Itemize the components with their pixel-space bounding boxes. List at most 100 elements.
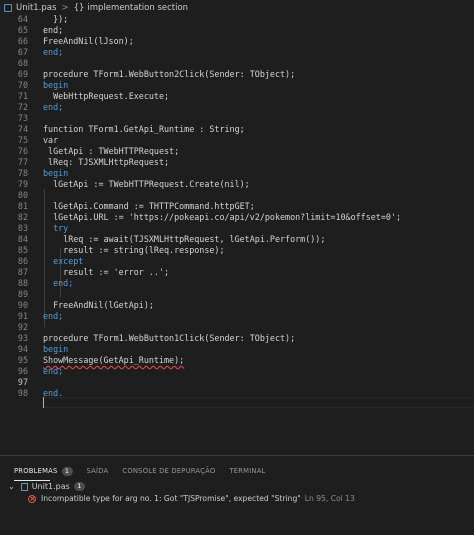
code-line[interactable]: 72 end;: [0, 102, 474, 113]
line-number: 81: [17, 201, 28, 211]
line-number: 93: [17, 333, 28, 343]
code-line[interactable]: 78 begin: [0, 168, 474, 179]
line-number: 83: [17, 223, 28, 233]
code-text: lReq := await(TJSXMLHttpRequest, lGetApi…: [43, 234, 326, 244]
code-line[interactable]: 83 try: [0, 223, 474, 234]
line-number: 92: [17, 322, 28, 332]
code-text: end;: [43, 102, 64, 112]
code-line[interactable]: 89: [0, 289, 474, 300]
code-line[interactable]: 82 lGetApi.URL := 'https://pokeapi.co/ap…: [0, 212, 474, 223]
line-number: 96: [17, 366, 28, 376]
code-line[interactable]: 79 lGetApi := TWebHTTPRequest.Create(nil…: [0, 179, 474, 190]
line-number: 76: [17, 146, 28, 156]
line-number: 85: [17, 245, 28, 255]
code-line[interactable]: 86 except: [0, 256, 474, 267]
problem-file-group[interactable]: ⌄ Unit1.pas 1: [8, 482, 85, 491]
code-line[interactable]: 69 procedure TForm1.WebButton2Click(Sende…: [0, 69, 474, 80]
code-text: });: [43, 14, 69, 24]
code-text: try: [43, 223, 69, 233]
code-editor[interactable]: 64 }); 65 end; 66 FreeAndNil(lJson); 67 end…: [0, 8, 474, 446]
line-number: 97: [17, 377, 28, 387]
problem-message: Incompatible type for arg no. 1: Got "TJ…: [41, 494, 301, 503]
code-line[interactable]: 73: [0, 113, 474, 124]
code-text: end;: [43, 25, 64, 35]
code-line[interactable]: 77 lReq: TJSXMLHttpRequest;: [0, 157, 474, 168]
code-line[interactable]: 88 end;: [0, 278, 474, 289]
line-number: 73: [17, 113, 28, 123]
tab-terminal[interactable]: TERMINAL: [229, 467, 265, 475]
code-line[interactable]: 91 end;: [0, 311, 474, 322]
line-number: 79: [17, 179, 28, 189]
tab-problems[interactable]: PROBLEMAS 1: [14, 466, 73, 476]
code-text: result := 'error ..';: [43, 267, 170, 277]
chevron-down-icon[interactable]: ⌄: [8, 482, 15, 491]
code-text: lGetApi : TWebHTTPRequest;: [43, 146, 180, 156]
line-number: 72: [17, 102, 28, 112]
code-text: lGetApi := TWebHTTPRequest.Create(nil);: [43, 179, 250, 189]
code-text: FreeAndNil(lGetApi);: [43, 300, 154, 310]
code-text: lGetApi.URL := 'https://pokeapi.co/api/v…: [43, 212, 401, 222]
code-text: end;: [43, 366, 64, 376]
code-line[interactable]: 67 end;: [0, 47, 474, 58]
line-number: 78: [17, 168, 28, 178]
line-number: 95: [17, 355, 28, 365]
active-tab-indicator: [14, 480, 50, 481]
code-text: function TForm1.GetApi_Runtime : String;: [43, 124, 245, 134]
code-text: lReq: TJSXMLHttpRequest;: [43, 157, 170, 167]
code-line[interactable]: 74 function TForm1.GetApi_Runtime : Strin…: [0, 124, 474, 135]
code-line[interactable]: 84 lReq := await(TJSXMLHttpRequest, lGet…: [0, 234, 474, 245]
error-icon: [28, 494, 36, 503]
code-line[interactable]: 94 begin: [0, 344, 474, 355]
code-text: FreeAndNil(lJson);: [43, 36, 134, 46]
line-number: 88: [17, 278, 28, 288]
line-number: 87: [17, 267, 28, 277]
code-line[interactable]: 70 begin: [0, 80, 474, 91]
code-line[interactable]: 76 lGetApi : TWebHTTPRequest;: [0, 146, 474, 157]
panel-tabs: PROBLEMAS 1 SAÍDA CONSOLE DE DEPURAÇÃO TE…: [0, 464, 266, 478]
bottom-panel: PROBLEMAS 1 SAÍDA CONSOLE DE DEPURAÇÃO TE…: [0, 455, 474, 535]
code-line[interactable]: 80: [0, 190, 474, 201]
tab-debug-console[interactable]: CONSOLE DE DEPURAÇÃO: [122, 467, 215, 475]
code-text: WebHttpRequest.Execute;: [43, 91, 170, 101]
code-text: except: [43, 256, 84, 266]
tab-output[interactable]: SAÍDA: [87, 467, 109, 475]
code-line[interactable]: 64 });: [0, 14, 474, 25]
code-line[interactable]: 97: [0, 377, 474, 388]
code-line[interactable]: 66 FreeAndNil(lJson);: [0, 36, 474, 47]
code-text-error: ShowMessage(GetApi_Runtime);: [43, 355, 185, 365]
code-line[interactable]: 85 result := string(lReq.response);: [0, 245, 474, 256]
line-number: 71: [17, 91, 28, 101]
line-number: 68: [17, 58, 28, 68]
code-line[interactable]: 98 end.: [0, 388, 474, 399]
code-line[interactable]: 65 end;: [0, 25, 474, 36]
line-number: 67: [17, 47, 28, 57]
code-text: lGetApi.Command := THTTPCommand.httpGET;: [43, 201, 255, 211]
code-line[interactable]: 75 var: [0, 135, 474, 146]
code-line[interactable]: 87 result := 'error ..';: [0, 267, 474, 278]
code-line[interactable]: 93 procedure TForm1.WebButton1Click(Sende…: [0, 333, 474, 344]
tab-label: PROBLEMAS: [14, 467, 58, 475]
line-number: 80: [17, 190, 28, 200]
code-line[interactable]: 90 FreeAndNil(lGetApi);: [0, 300, 474, 311]
line-number: 74: [17, 124, 28, 134]
code-text: begin: [43, 168, 69, 178]
code-line[interactable]: 81 lGetApi.Command := THTTPCommand.httpG…: [0, 201, 474, 212]
code-line[interactable]: 92: [0, 322, 474, 333]
line-number: 98: [17, 388, 28, 398]
code-line[interactable]: 96 end;: [0, 366, 474, 377]
line-number: 64: [17, 14, 28, 24]
line-number: 70: [17, 80, 28, 90]
code-text: end;: [43, 47, 64, 57]
code-text: procedure TForm1.WebButton1Click(Sender:…: [43, 333, 296, 343]
code-line[interactable]: 95 ShowMessage(GetApi_Runtime);: [0, 355, 474, 366]
code-line[interactable]: 71 WebHttpRequest.Execute;: [0, 91, 474, 102]
problem-file-name: Unit1.pas: [31, 482, 70, 491]
pascal-file-icon: [20, 482, 28, 491]
code-line[interactable]: 68: [0, 58, 474, 69]
line-number: 90: [17, 300, 28, 310]
line-number: 86: [17, 256, 28, 266]
problem-item[interactable]: Incompatible type for arg no. 1: Got "TJ…: [28, 494, 355, 503]
line-number: 91: [17, 311, 28, 321]
code-text: result := string(lReq.response);: [43, 245, 225, 255]
line-number: 65: [17, 25, 28, 35]
